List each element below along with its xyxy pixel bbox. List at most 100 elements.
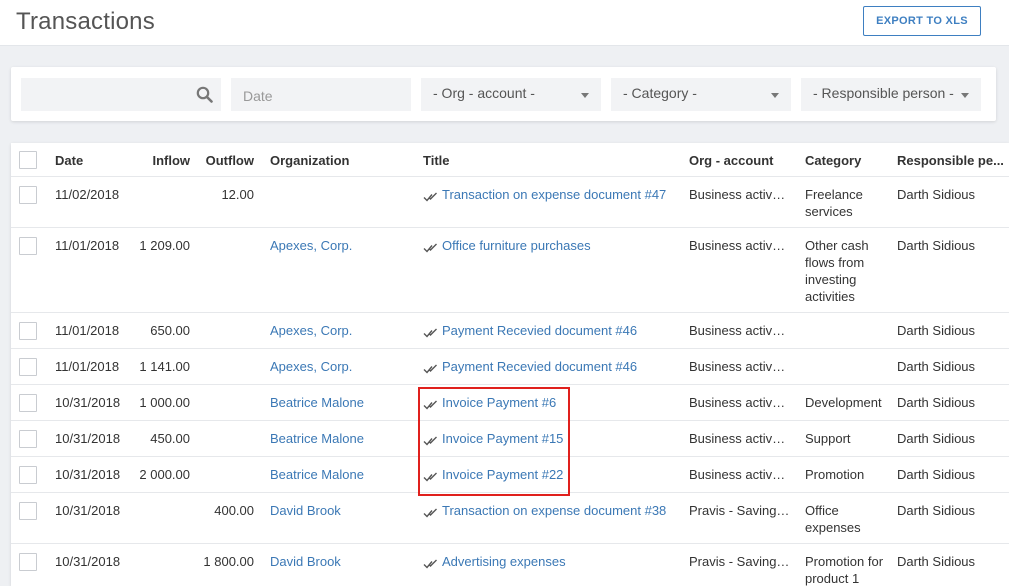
col-responsible[interactable]: Responsible pe... [897,152,1004,169]
row-outflow: 12.00 [221,187,254,202]
category-select[interactable]: - Category - [611,78,791,111]
row-org-account: Business activat... [689,187,791,202]
row-inflow: 1 000.00 [139,395,190,410]
row-organization-link[interactable]: Apexes, Corp. [270,358,352,375]
table-row[interactable]: 10/31/2018 400.00 David Brook Transaction o… [11,493,1009,544]
org-account-select[interactable]: - Org - account - [421,78,601,111]
page-title: Transactions [16,8,155,35]
row-checkbox[interactable] [19,322,37,340]
row-date: 10/31/2018 [55,503,121,518]
row-category: Office expenses [805,503,861,535]
row-responsible: Darth Sidious [897,187,976,202]
category-select-value: - Category - [623,85,697,101]
table-row[interactable]: 10/31/2018 1 000.00 Beatrice Malone Invoice… [11,385,1009,421]
row-checkbox[interactable] [19,553,37,571]
row-title-link[interactable]: Transaction on expense document #47 [442,186,666,203]
col-org-account[interactable]: Org - account [689,152,774,169]
row-organization-link[interactable]: Apexes, Corp. [270,237,352,254]
row-responsible: Darth Sidious [897,395,976,410]
row-responsible: Darth Sidious [897,238,976,253]
row-date: 11/01/2018 [55,359,120,374]
table-row[interactable]: 10/31/2018 450.00 Beatrice Malone Invoice P… [11,421,1009,457]
row-title-link[interactable]: Payment Recevied document #46 [442,322,637,339]
row-inflow: 650.00 [150,323,190,338]
row-date: 10/31/2018 [55,431,121,446]
double-check-icon [423,557,438,569]
transactions-table: Date Inflow Outflow Organization Title O… [11,143,1009,586]
chevron-down-icon [581,93,589,98]
row-organization-link[interactable]: David Brook [270,502,341,519]
row-responsible: Darth Sidious [897,359,976,374]
row-title-link[interactable]: Invoice Payment #15 [442,430,563,447]
row-title-link[interactable]: Payment Recevied document #46 [442,358,637,375]
row-date: 10/31/2018 [55,395,121,410]
table-row[interactable]: 11/01/2018 1 141.00 Apexes, Corp. Payment R… [11,349,1009,385]
col-inflow[interactable]: Inflow [131,152,190,169]
row-checkbox[interactable] [19,502,37,520]
row-outflow: 400.00 [214,503,254,518]
col-organization[interactable]: Organization [270,152,349,169]
row-inflow: 1 209.00 [139,238,190,253]
row-checkbox[interactable] [19,186,37,204]
search-icon[interactable] [196,86,213,103]
row-date: 11/02/2018 [55,187,120,202]
row-checkbox[interactable] [19,430,37,448]
row-title-link[interactable]: Office furniture purchases [442,237,591,254]
row-checkbox[interactable] [19,237,37,255]
row-category: Promotion for product 1 [805,554,884,586]
responsible-person-select[interactable]: - Responsible person - [801,78,981,111]
row-org-account: Business activat... [689,395,791,410]
filter-bar: Date - Org - account - - Category - - Re… [11,67,996,121]
col-date[interactable]: Date [55,152,83,169]
double-check-icon [423,362,438,374]
row-category: Support [805,431,851,446]
row-responsible: Darth Sidious [897,554,976,569]
row-category: Freelance services [805,187,863,219]
col-outflow[interactable]: Outflow [195,152,254,169]
row-checkbox[interactable] [19,358,37,376]
row-outflow: 1 800.00 [203,554,254,569]
row-date: 11/01/2018 [55,323,120,338]
double-check-icon [423,241,438,253]
row-org-account: Pravis - Savings ... [689,503,791,518]
date-filter[interactable]: Date [231,78,411,111]
export-xls-button[interactable]: EXPORT TO XLS [863,6,981,36]
double-check-icon [423,434,438,446]
row-checkbox[interactable] [19,394,37,412]
double-check-icon [423,470,438,482]
row-organization-link[interactable]: David Brook [270,553,341,570]
row-title-link[interactable]: Invoice Payment #22 [442,466,563,483]
row-organization-link[interactable]: Apexes, Corp. [270,322,352,339]
row-category: Development [805,395,882,410]
table-row[interactable]: 11/01/2018 1 209.00 Apexes, Corp. Office fu… [11,228,1009,313]
row-title-link[interactable]: Invoice Payment #6 [442,394,556,411]
col-title[interactable]: Title [423,152,450,169]
search-input[interactable] [21,78,221,111]
row-title-link[interactable]: Transaction on expense document #38 [442,502,666,519]
table-row[interactable]: 11/01/2018 650.00 Apexes, Corp. Payment Rec… [11,313,1009,349]
row-organization-link[interactable]: Beatrice Malone [270,466,364,483]
row-organization-link[interactable]: Beatrice Malone [270,430,364,447]
double-check-icon [423,326,438,338]
row-org-account: Business activat... [689,359,791,374]
org-account-select-value: - Org - account - [433,85,535,101]
table-row[interactable]: 11/02/2018 12.00 Transaction on expense do… [11,177,1009,228]
row-checkbox[interactable] [19,466,37,484]
row-responsible: Darth Sidious [897,503,976,518]
table-row[interactable]: 10/31/2018 1 800.00 David Brook Advertising… [11,544,1009,586]
row-responsible: Darth Sidious [897,323,976,338]
row-org-account: Business activat... [689,323,791,338]
row-date: 10/31/2018 [55,467,121,482]
page-header: Transactions EXPORT TO XLS [0,0,1009,46]
select-all-checkbox[interactable] [19,151,37,169]
double-check-icon [423,506,438,518]
row-date: 11/01/2018 [55,238,120,253]
row-title-link[interactable]: Advertising expenses [442,553,566,570]
row-inflow: 2 000.00 [139,467,190,482]
table-row[interactable]: 10/31/2018 2 000.00 Beatrice Malone Invoice… [11,457,1009,493]
col-category[interactable]: Category [805,152,861,169]
row-organization-link[interactable]: Beatrice Malone [270,394,364,411]
row-inflow: 1 141.00 [139,359,190,374]
row-responsible: Darth Sidious [897,431,976,446]
double-check-icon [423,398,438,410]
